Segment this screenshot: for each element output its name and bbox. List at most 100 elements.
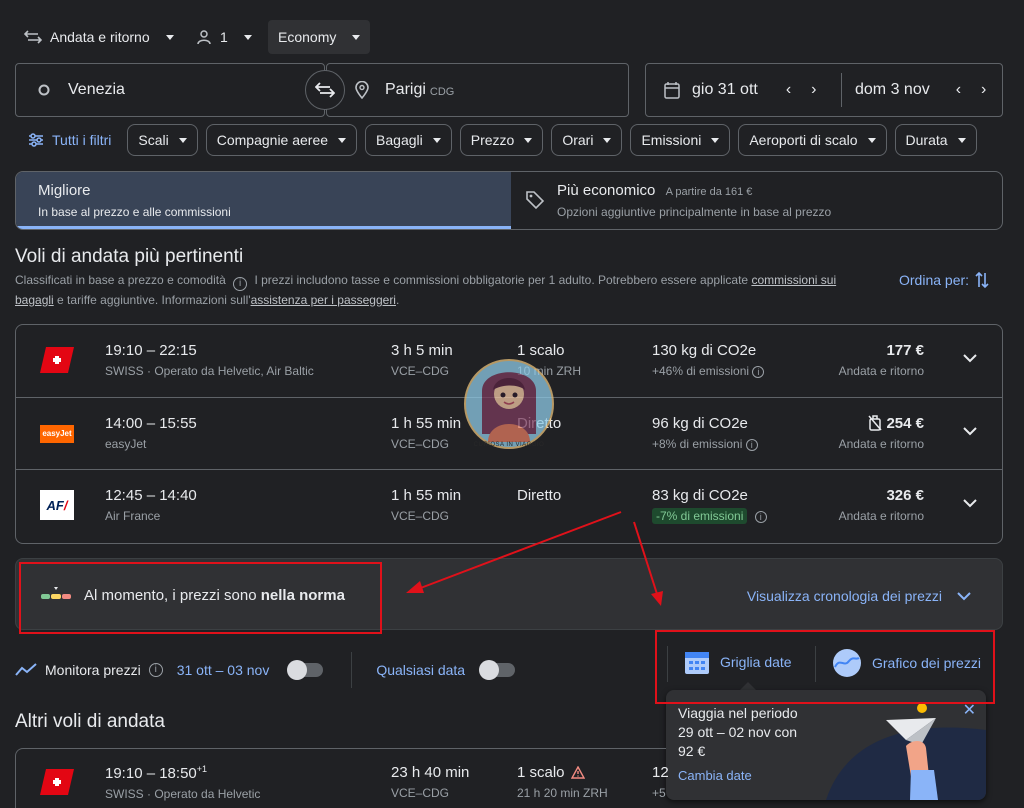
- date-range-field[interactable]: gio 31 ott ‹ › dom 3 nov ‹ ›: [645, 63, 1003, 117]
- chevron-down-icon: [867, 137, 876, 143]
- tab-cheapest-badge: A partire da 161 €: [665, 186, 753, 198]
- flight-emissions: +46% di emissioni: [652, 364, 750, 378]
- price-insight-banner[interactable]: Al momento, i prezzi sono nella norma Vi…: [15, 558, 1003, 630]
- next-date-icon[interactable]: ›: [811, 81, 816, 99]
- depart-date[interactable]: gio 31 ott ‹ ›: [646, 81, 841, 99]
- return-date[interactable]: dom 3 nov ‹ ›: [842, 81, 986, 99]
- price-graph-icon: [833, 649, 861, 677]
- any-date-toggle[interactable]: [479, 660, 516, 680]
- swap-airports-button[interactable]: [305, 70, 345, 110]
- price-graph-button[interactable]: Grafico dei prezzi: [832, 648, 981, 678]
- passenger-assistance-link[interactable]: assistenza per i passeggeri: [251, 293, 396, 307]
- flight-duration: 23 h 40 min: [391, 764, 470, 781]
- flight-price: 254 €: [886, 414, 924, 432]
- watermark-text: CURIOSA IN VIAGGIO: [473, 442, 545, 448]
- price-history-link[interactable]: Visualizza cronologia dei prezzi: [747, 588, 942, 604]
- flight-price-note: Andata e ritorno: [838, 364, 924, 378]
- note-end: .: [395, 293, 400, 307]
- warning-icon: [570, 766, 585, 779]
- track-prices-label: Monitora prezzi: [45, 662, 141, 678]
- price-level-value: nella norma: [260, 587, 345, 604]
- info-icon[interactable]: i: [233, 277, 248, 291]
- paper-plane-illustration: [826, 703, 986, 800]
- calendar-icon: [664, 82, 680, 99]
- trip-type-select[interactable]: Andata e ritorno: [24, 20, 174, 54]
- info-icon[interactable]: i: [745, 438, 758, 451]
- filter-chip-price[interactable]: Prezzo: [459, 124, 544, 156]
- note-prices: I prezzi includono tasse e commissioni o…: [254, 273, 749, 287]
- expand-chevron-icon[interactable]: [962, 353, 978, 363]
- flight-route: VCE–CDG: [391, 436, 450, 451]
- info-icon[interactable]: i: [754, 511, 767, 523]
- next-date-icon[interactable]: ›: [981, 81, 986, 99]
- sort-by-label: Ordina per:: [899, 272, 970, 288]
- destination-code: CDG: [429, 85, 455, 98]
- chip-label: Prezzo: [470, 132, 515, 148]
- flight-airline: SWISS · Operato da Helvetic, Air Baltic: [105, 364, 314, 378]
- info-icon[interactable]: i: [148, 663, 163, 677]
- filter-chip-airlines[interactable]: Compagnie aeree: [205, 124, 358, 156]
- cabin-class-select[interactable]: Economy: [268, 20, 371, 54]
- track-prices-row: Monitora prezzi i 31 ott – 03 nov Qualsi…: [15, 652, 516, 688]
- price-level-indicator-icon: [41, 587, 71, 599]
- tab-best-subtitle: In base al prezzo e alle commissioni: [38, 205, 231, 219]
- track-dates: 31 ott – 03 nov: [176, 662, 270, 678]
- sort-arrows-icon: [975, 271, 989, 289]
- swiss-logo: [40, 769, 74, 795]
- filter-chip-stops[interactable]: Scali: [127, 124, 198, 156]
- chevron-down-icon: [338, 137, 347, 143]
- no-carry-on-bag-icon: [868, 415, 883, 431]
- chevron-down-icon: [603, 137, 612, 143]
- filter-chip-times[interactable]: Orari: [551, 124, 623, 156]
- flight-times: 14:00 – 15:55: [105, 414, 197, 432]
- filter-chip-duration[interactable]: Durata: [894, 124, 977, 156]
- expand-chevron-icon[interactable]: [956, 591, 972, 601]
- flight-airline: SWISS · Operato da Helvetic: [105, 787, 261, 801]
- track-dates-toggle[interactable]: [287, 660, 324, 680]
- tab-cheapest[interactable]: Più economico A partire da 161 € Opzioni…: [511, 172, 853, 229]
- flight-price-note: Andata e ritorno: [838, 509, 924, 523]
- chevron-down-icon: [432, 137, 441, 143]
- price-tag-icon: [526, 191, 545, 210]
- tab-best[interactable]: Migliore In base al prezzo e alle commis…: [16, 172, 511, 229]
- flight-airline: easyJet: [105, 436, 147, 451]
- origin-field[interactable]: Venezia: [15, 63, 325, 117]
- flight-airline: Air France: [105, 509, 161, 523]
- flight-emissions-partial: +5: [652, 786, 666, 800]
- other-flights-title: Altri voli di andata: [15, 711, 165, 732]
- all-filters-label: Tutti i filtri: [52, 132, 112, 148]
- prev-date-icon[interactable]: ‹: [956, 81, 961, 99]
- info-icon[interactable]: i: [752, 366, 765, 378]
- flight-row[interactable]: 19:10 – 18:50+1 SWISS · Operato da Helvet…: [15, 748, 669, 808]
- flight-times: 12:45 – 14:40: [105, 487, 197, 504]
- expand-chevron-icon[interactable]: [962, 426, 978, 436]
- flight-times: 19:10 – 18:50: [105, 765, 197, 782]
- flight-price-note: Andata e ritorno: [838, 436, 924, 451]
- flight-emissions: +8% di emissioni: [652, 436, 743, 451]
- flight-co2: 130 kg di CO2e: [652, 342, 757, 359]
- price-graph-label: Grafico dei prezzi: [872, 655, 981, 671]
- chevron-down-icon: [711, 137, 720, 143]
- chip-label: Compagnie aeree: [216, 132, 329, 148]
- change-dates-link[interactable]: Cambia date: [678, 766, 798, 785]
- flight-duration: 3 h 5 min: [391, 342, 453, 359]
- filter-chip-connecting-airports[interactable]: Aeroporti di scalo: [738, 124, 887, 156]
- tab-cheapest-title: Più economico: [557, 182, 656, 199]
- depart-date-value: gio 31 ott: [692, 81, 758, 98]
- filter-chip-bags[interactable]: Bagagli: [365, 124, 452, 156]
- prev-date-icon[interactable]: ‹: [786, 81, 791, 99]
- calendar-grid-icon: [685, 652, 709, 674]
- sort-by-button[interactable]: Ordina per:: [899, 271, 989, 289]
- passengers-select[interactable]: 1: [196, 20, 252, 54]
- chevron-down-icon: [524, 137, 533, 143]
- tooltip-line-1: Viaggia nel periodo: [678, 705, 798, 721]
- chevron-down-icon: [352, 34, 361, 40]
- destination-field[interactable]: Parigi CDG: [326, 63, 629, 117]
- date-grid-button[interactable]: Griglia date: [684, 648, 792, 676]
- flight-row[interactable]: AF/ 12:45 – 14:40 Air France 1 h 55 min VC…: [16, 470, 1002, 543]
- filter-chip-emissions[interactable]: Emissioni: [630, 124, 731, 156]
- expand-chevron-icon[interactable]: [962, 498, 978, 508]
- all-filters-button[interactable]: Tutti i filtri: [15, 132, 111, 148]
- easyjet-logo: easyJet: [40, 424, 74, 443]
- chevron-down-icon: [243, 34, 252, 40]
